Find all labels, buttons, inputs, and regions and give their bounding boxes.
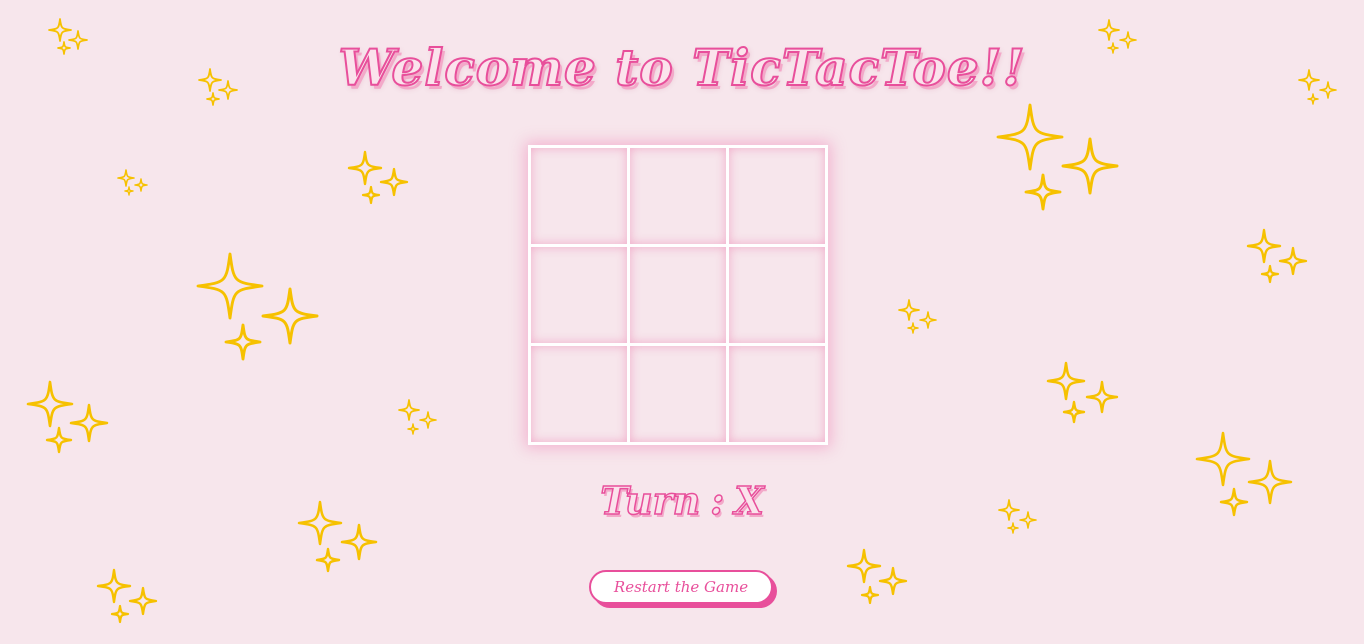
turn-indicator: Turn: X	[0, 477, 1364, 524]
restart-button[interactable]: Restart the Game	[589, 570, 773, 604]
sparkle-icon	[226, 325, 260, 359]
sparkle-icon	[130, 588, 156, 614]
sparkle-icon	[1262, 266, 1278, 282]
sparkle-icon	[1008, 523, 1018, 533]
sparkle-icon	[1048, 363, 1084, 399]
board-cell[interactable]	[531, 148, 627, 244]
sparkle-icon	[98, 570, 130, 602]
sparkle-icon	[880, 568, 906, 594]
sparkle-icon	[998, 105, 1062, 169]
sparkle-icon	[1280, 248, 1306, 274]
sparkle-icon	[363, 187, 379, 203]
sparkle-icon	[862, 587, 878, 603]
board-cell[interactable]	[729, 148, 825, 244]
sparkle-icon	[47, 428, 71, 452]
turn-label: Turn	[599, 477, 701, 524]
board-cell[interactable]	[630, 346, 726, 442]
sparkle-icon	[899, 300, 919, 320]
sparkle-icon	[123, 185, 135, 197]
sparkle-icon	[1248, 230, 1280, 262]
sparkle-icon	[381, 169, 407, 195]
sparkle-icon	[848, 550, 880, 582]
sparkle-icon	[408, 424, 418, 434]
sparkle-icon	[112, 606, 128, 622]
sparkle-icon	[118, 170, 134, 186]
sparkle-icon	[1026, 175, 1060, 209]
board-cell[interactable]	[531, 346, 627, 442]
sparkle-icon	[349, 152, 381, 184]
page-title: Welcome to TicTacToe!!	[337, 37, 1026, 98]
board-cell[interactable]	[531, 247, 627, 343]
sparkle-icon	[399, 400, 419, 420]
sparkle-icon	[71, 405, 107, 441]
sparkle-icon	[1099, 20, 1119, 40]
sparkle-icon	[135, 179, 147, 191]
sparkle-icon	[420, 412, 436, 428]
sparkle-icon	[1064, 402, 1084, 422]
sparkle-icon	[1087, 382, 1117, 412]
sparkle-icon	[28, 382, 72, 426]
turn-separator: :	[710, 477, 726, 524]
board-cell[interactable]	[630, 148, 726, 244]
sparkle-icon	[198, 254, 262, 318]
game-board	[528, 145, 828, 445]
sparkle-icon	[1063, 139, 1117, 193]
board-cell[interactable]	[729, 247, 825, 343]
sparkle-icon	[920, 312, 936, 328]
sparkle-icon	[908, 323, 918, 333]
board-cell[interactable]	[630, 247, 726, 343]
sparkle-icon	[263, 289, 317, 343]
sparkle-icon	[317, 549, 339, 571]
sparkle-icon	[342, 525, 376, 559]
current-player: X	[734, 477, 765, 524]
board-cell[interactable]	[729, 346, 825, 442]
